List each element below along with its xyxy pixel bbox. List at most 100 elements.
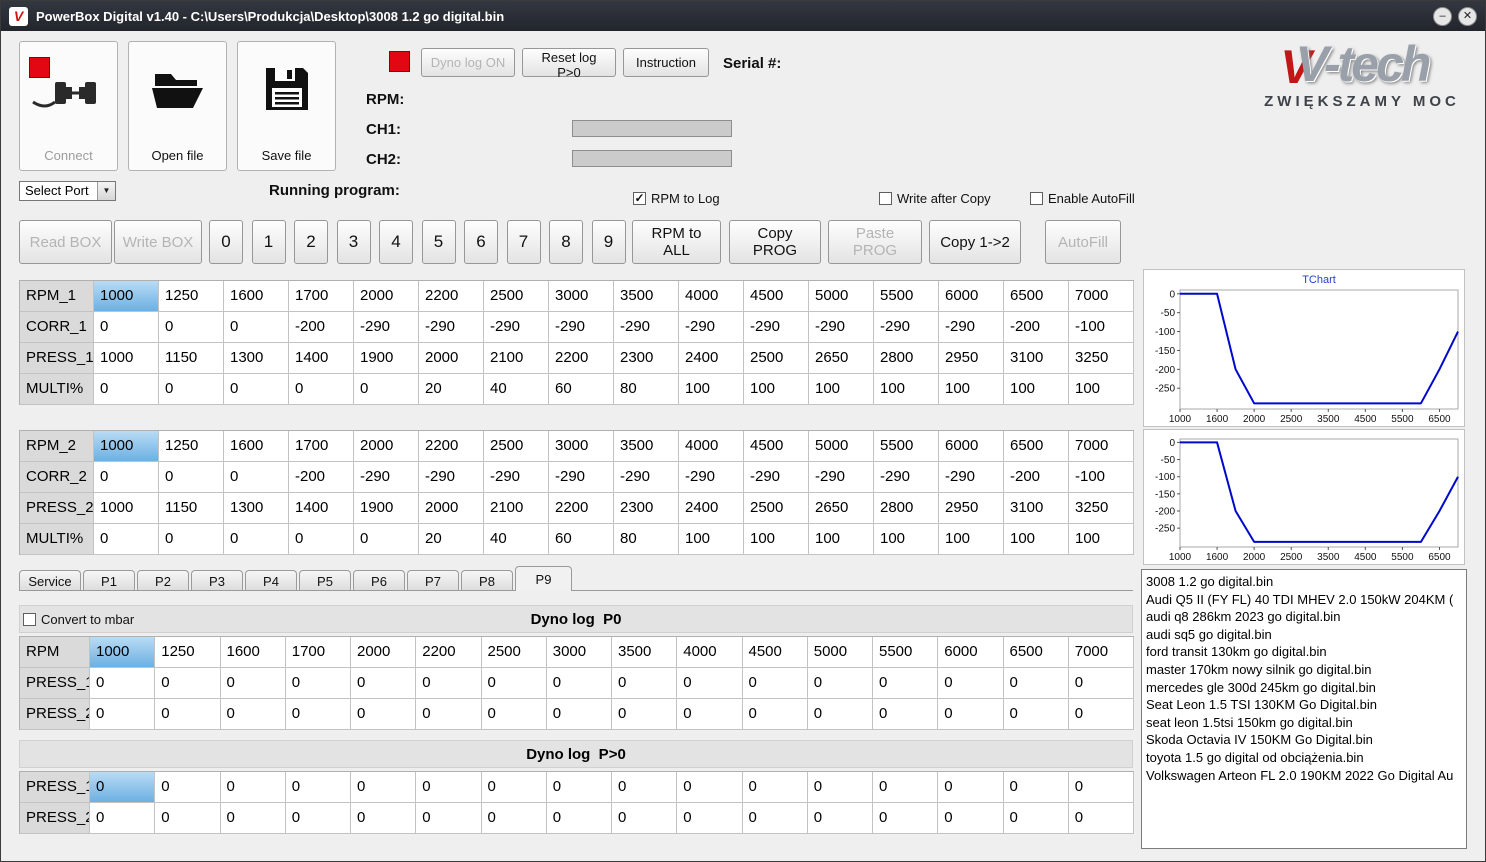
table-cell[interactable]: 0 [224,462,289,493]
table-cell[interactable]: 0 [742,803,808,834]
table-cell[interactable]: -290 [614,312,679,343]
paste-prog-button[interactable]: Paste PROG [828,220,922,264]
table-cell[interactable]: 2000 [419,493,484,524]
number-button-3[interactable]: 3 [336,220,371,264]
table-cell[interactable]: 2400 [679,343,744,374]
table-cell[interactable]: 0 [224,374,289,405]
copy-1-to-2-button[interactable]: Copy 1->2 [929,220,1021,264]
table-cell[interactable]: -290 [874,462,939,493]
table-cell[interactable]: 4500 [744,431,809,462]
table-cell[interactable]: 0 [416,699,482,730]
table-cell[interactable]: 0 [1068,803,1134,834]
table-cell[interactable]: 0 [224,312,289,343]
table-cell[interactable]: 2200 [416,637,482,668]
table-cell[interactable]: 80 [614,524,679,555]
table-cell[interactable]: 100 [1004,374,1069,405]
table-cell[interactable]: 0 [224,524,289,555]
table-cell[interactable]: 0 [285,668,351,699]
table-cell[interactable]: 0 [354,374,419,405]
table-cell[interactable]: 1250 [159,281,224,312]
table-cell[interactable]: 6500 [1003,637,1069,668]
table-cell[interactable]: 4500 [744,281,809,312]
table-cell[interactable]: -290 [679,462,744,493]
table-cell[interactable]: -200 [1004,312,1069,343]
table-cell[interactable]: 0 [416,772,482,803]
table-cell[interactable]: 0 [612,772,678,803]
table-cell[interactable]: 0 [481,803,547,834]
save-file-button[interactable]: Save file [237,41,336,171]
reset-log-button[interactable]: Reset log P>0 [522,48,616,80]
table-cell[interactable]: -290 [549,312,614,343]
table-cell[interactable]: 3100 [1004,343,1069,374]
table-cell[interactable]: 0 [1003,803,1069,834]
table-cell[interactable]: 1250 [159,431,224,462]
file-list-item[interactable]: Audi Q5 II (FY FL) 40 TDI MHEV 2.0 150kW… [1146,591,1462,609]
file-list-item[interactable]: audi sq5 go digital.bin [1146,626,1462,644]
table-cell[interactable]: 0 [220,772,286,803]
table-cell[interactable]: -290 [809,312,874,343]
table-cell[interactable]: 0 [807,668,873,699]
table-cell[interactable]: 0 [481,699,547,730]
tab-p6[interactable]: P6 [353,570,405,591]
close-button[interactable]: ✕ [1458,6,1477,26]
table-cell[interactable]: 0 [807,699,873,730]
table-cell[interactable]: 3500 [612,637,678,668]
table-cell[interactable]: 4000 [677,637,743,668]
table-cell[interactable]: 1000 [94,281,159,312]
table-cell[interactable]: 5500 [874,431,939,462]
table-cell[interactable]: 0 [612,803,678,834]
read-box-button[interactable]: Read BOX [19,220,112,264]
file-list-item[interactable]: Skoda Octavia IV 150KM Go Digital.bin [1146,731,1462,749]
dyno-log-on-button[interactable]: Dyno log ON [421,48,515,77]
table-cell[interactable]: 0 [546,668,612,699]
table-cell[interactable]: 1150 [159,343,224,374]
table-cell[interactable]: 0 [155,699,221,730]
table-cell[interactable]: 1000 [94,343,159,374]
table-cell[interactable]: -290 [419,462,484,493]
copy-prog-button[interactable]: Copy PROG [729,220,821,264]
number-button-9[interactable]: 9 [591,220,626,264]
table-cell[interactable]: 100 [744,524,809,555]
number-button-4[interactable]: 4 [379,220,413,264]
chevron-down-icon[interactable]: ▼ [97,182,115,200]
table-cell[interactable]: 1700 [289,431,354,462]
table-cell[interactable]: 0 [220,699,286,730]
table-cell[interactable]: 3100 [1004,493,1069,524]
table-cell[interactable]: 0 [354,524,419,555]
enable-autofill-checkbox[interactable]: Enable AutoFill [1030,191,1135,206]
table-cell[interactable]: -290 [484,462,549,493]
table-cell[interactable]: 1700 [289,281,354,312]
table-cell[interactable]: 4500 [742,637,808,668]
table-cell[interactable]: 2200 [419,281,484,312]
table-cell[interactable]: 2100 [484,343,549,374]
table-cell[interactable]: -100 [1069,462,1134,493]
table-cell[interactable]: -290 [809,462,874,493]
file-list-item[interactable]: toyota 1.5 go digital od obciążenia.bin [1146,749,1462,767]
table-cell[interactable]: 0 [938,668,1004,699]
table-cell[interactable]: 100 [809,374,874,405]
table-cell[interactable]: 0 [416,668,482,699]
table-cell[interactable]: 0 [677,699,743,730]
table-cell[interactable]: 1600 [220,637,286,668]
table-cell[interactable]: 0 [90,803,156,834]
table-cell[interactable]: 0 [285,699,351,730]
table-cell[interactable]: 0 [938,699,1004,730]
table-cell[interactable]: 0 [873,772,939,803]
table-cell[interactable]: 2300 [614,493,679,524]
table-cell[interactable]: -290 [484,312,549,343]
write-after-copy-checkbox[interactable]: Write after Copy [879,191,991,206]
table-cell[interactable]: 0 [481,668,547,699]
table-cell[interactable]: 1000 [94,431,159,462]
file-list-item[interactable]: master 170km nowy silnik go digital.bin [1146,661,1462,679]
table-cell[interactable]: -290 [874,312,939,343]
table-cell[interactable]: 3000 [549,431,614,462]
tab-p1[interactable]: P1 [83,570,135,591]
table-cell[interactable]: 60 [549,524,614,555]
table-cell[interactable]: 0 [938,803,1004,834]
table-cell[interactable]: 20 [419,374,484,405]
table-cell[interactable]: 0 [677,803,743,834]
table-cell[interactable]: 1600 [224,281,289,312]
table-cell[interactable]: 2950 [939,493,1004,524]
table-cell[interactable]: 7000 [1069,281,1134,312]
table-cell[interactable]: 2000 [354,431,419,462]
